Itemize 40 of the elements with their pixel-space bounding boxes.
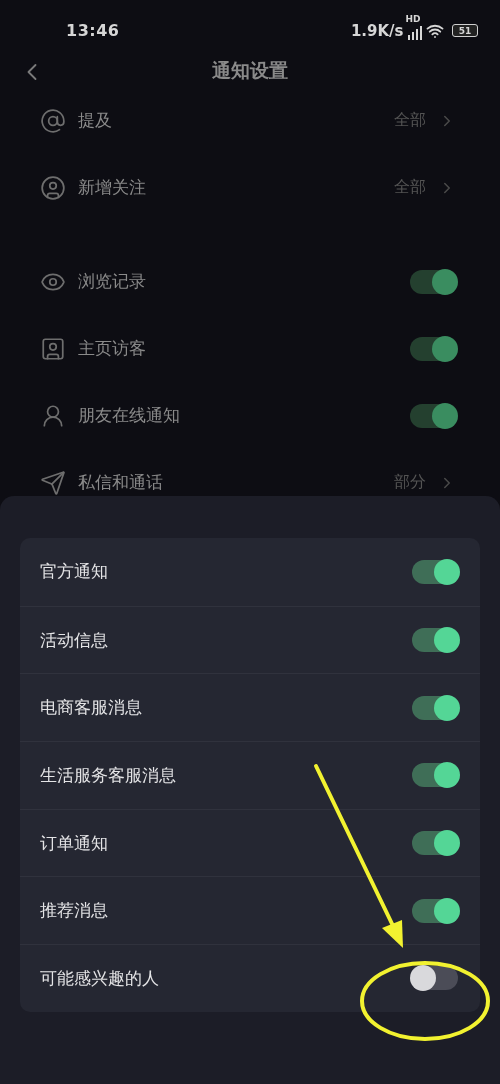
settings-row[interactable]: 朋友在线通知 (0, 382, 500, 449)
toggle-switch[interactable] (412, 898, 458, 923)
toggle-switch[interactable] (412, 628, 458, 653)
toggle-switch[interactable] (410, 403, 456, 428)
toggle-switch[interactable] (412, 695, 458, 720)
settings-row[interactable]: 新增关注 全部 (0, 154, 500, 221)
toggle-switch[interactable] (412, 966, 458, 991)
settings-row[interactable]: 主页访客 (0, 315, 500, 382)
setting-label: 主页访客 (78, 337, 147, 360)
setting-label: 官方通知 (40, 560, 108, 584)
setting-label: 活动信息 (40, 628, 108, 652)
setting-label: 私信和通话 (78, 471, 164, 494)
setting-label: 朋友在线通知 (78, 404, 181, 427)
toggle-switch[interactable] (410, 336, 456, 361)
setting-label: 电商客服消息 (40, 696, 142, 720)
status-time: 13:46 (66, 21, 120, 40)
settings-row[interactable]: 浏览记录 (0, 248, 500, 315)
user-circle-icon (40, 174, 66, 201)
setting-value: 全部 (394, 177, 426, 198)
setting-label: 提及 (78, 109, 113, 132)
toggle-switch[interactable] (412, 559, 458, 584)
toggle-switch[interactable] (412, 763, 458, 788)
setting-value: 部分 (394, 472, 426, 493)
setting-label: 订单通知 (40, 831, 108, 855)
setting-label: 推荐消息 (40, 899, 108, 923)
setting-label: 新增关注 (78, 176, 147, 199)
battery-icon: 51 (452, 24, 478, 37)
settings-row[interactable]: 提及 全部 (0, 87, 500, 154)
network-type-label: HD (405, 13, 421, 24)
window-title: 通知设置 (212, 58, 288, 83)
setting-label: 可能感兴趣的人 (40, 966, 159, 990)
setting-value: 全部 (394, 110, 426, 131)
user-square-icon (40, 335, 66, 362)
toggle-switch[interactable] (412, 831, 458, 856)
setting-label: 浏览记录 (78, 270, 147, 293)
send-icon (40, 469, 66, 496)
toggle-switch[interactable] (410, 269, 456, 294)
setting-label: 生活服务客服消息 (40, 763, 176, 787)
at-sign-icon (40, 107, 66, 134)
network-speed: 1.9K/s (350, 21, 404, 40)
